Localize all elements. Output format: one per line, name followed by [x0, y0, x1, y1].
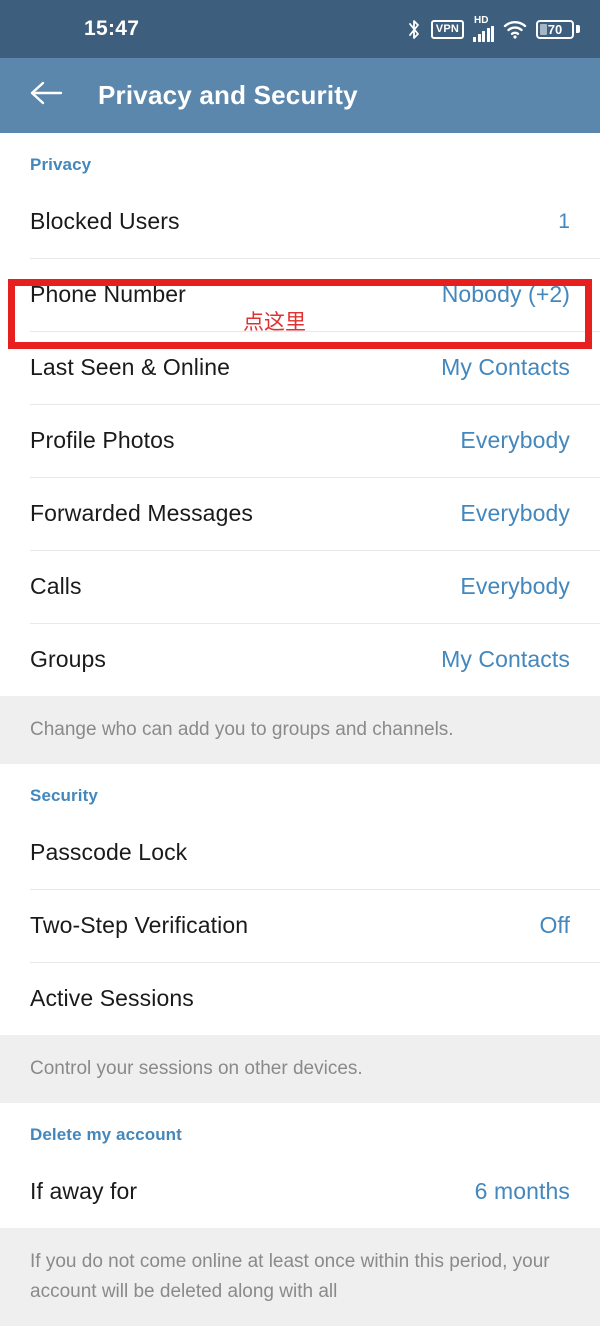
row-value: Everybody [460, 573, 570, 599]
row-label: Passcode Lock [30, 839, 188, 865]
row-value: Everybody [460, 427, 570, 453]
section-privacy: Privacy Blocked Users 1 Phone Number Nob… [0, 133, 600, 764]
section-delete-account: Delete my account If away for 6 months I… [0, 1103, 600, 1326]
row-label: Last Seen & Online [30, 354, 230, 380]
row-forwarded-messages[interactable]: Forwarded Messages Everybody [0, 477, 600, 550]
row-label: Two-Step Verification [30, 912, 249, 938]
row-label: If away for [30, 1178, 138, 1204]
row-value: 6 months [474, 1178, 570, 1204]
row-label: Phone Number [30, 281, 186, 307]
section-footer-privacy: Change who can add you to groups and cha… [0, 696, 600, 764]
app-bar: Privacy and Security [0, 58, 600, 133]
row-active-sessions[interactable]: Active Sessions [0, 962, 600, 1035]
section-header-security: Security [30, 786, 98, 805]
row-calls[interactable]: Calls Everybody [0, 550, 600, 623]
row-label: Groups [30, 646, 107, 672]
bluetooth-icon [406, 19, 422, 40]
row-two-step-verification[interactable]: Two-Step Verification Off [0, 889, 600, 962]
status-bar-time: 15:47 [84, 17, 140, 40]
vpn-icon: VPN [430, 19, 464, 39]
row-label: Active Sessions [30, 985, 194, 1011]
row-if-away-for[interactable]: If away for 6 months [0, 1155, 600, 1228]
screen: 15:47 VPN HD 70 Privacy and Security Pri… [0, 0, 600, 1333]
row-label: Forwarded Messages [30, 500, 253, 526]
annotation-click-here: 点这里 [243, 310, 306, 334]
battery-level: 70 [547, 21, 563, 37]
section-header-delete-account: Delete my account [30, 1125, 182, 1144]
row-passcode-lock[interactable]: Passcode Lock [0, 816, 600, 889]
arrow-left-icon [30, 80, 64, 111]
section-footer-delete-account: If you do not come online at least once … [0, 1228, 600, 1326]
row-value: Off [539, 912, 570, 938]
row-profile-photos[interactable]: Profile Photos Everybody [0, 404, 600, 477]
row-label: Blocked Users [30, 208, 180, 234]
section-header-privacy: Privacy [30, 155, 92, 174]
row-value: Nobody (+2) [441, 281, 570, 307]
row-value: Everybody [460, 500, 570, 526]
signal-bars [473, 26, 494, 42]
row-groups[interactable]: Groups My Contacts [0, 623, 600, 696]
hd-icon: HD [474, 15, 489, 26]
row-blocked-users[interactable]: Blocked Users 1 [0, 185, 600, 258]
status-bar-icons: VPN HD 70 [406, 16, 580, 42]
row-label: Calls [30, 573, 82, 599]
back-button[interactable] [24, 73, 70, 119]
row-label: Profile Photos [30, 427, 175, 453]
page-title: Privacy and Security [98, 80, 358, 110]
section-security: Security Passcode Lock Two-Step Verifica… [0, 764, 600, 1103]
battery-icon: 70 [536, 19, 580, 39]
status-bar: 15:47 VPN HD 70 [0, 0, 600, 58]
row-value: My Contacts [441, 646, 570, 672]
row-value: My Contacts [441, 354, 570, 380]
wifi-icon [503, 20, 527, 39]
row-value: 1 [558, 209, 570, 233]
row-last-seen-online[interactable]: Last Seen & Online My Contacts [0, 331, 600, 404]
section-footer-security: Control your sessions on other devices. [0, 1035, 600, 1103]
signal-icon: HD [473, 16, 494, 42]
